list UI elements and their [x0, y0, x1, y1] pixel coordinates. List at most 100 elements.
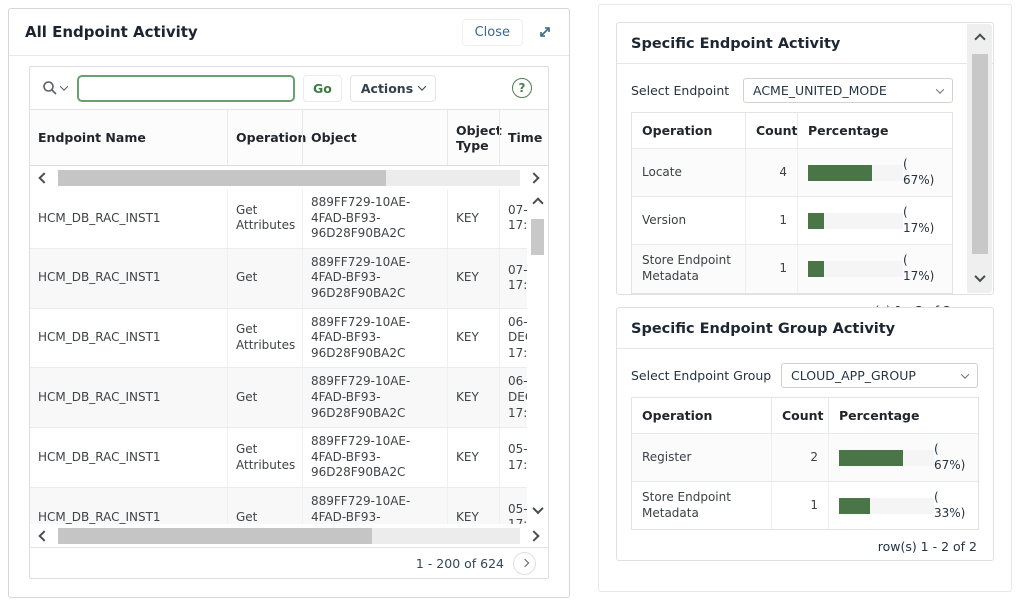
chevron-down-icon	[418, 82, 426, 90]
scrollbar-track[interactable]	[58, 528, 520, 544]
cell-operation: Store Endpoint Metadata	[632, 482, 771, 529]
table-row: Register 2 ( 67%)	[632, 433, 978, 481]
percentage-bar	[839, 498, 934, 514]
cell-percentage: ( 67%)	[828, 434, 978, 481]
cell-object: 889FF729-10AE-4FAD-BF93-96D28F90BA2C	[302, 428, 447, 487]
cell-endpoint: HCM_DB_RAC_INST1	[30, 249, 227, 308]
table-row: HCM_DB_RAC_INST1 Get 889FF729-10AE-4FAD-…	[30, 249, 548, 309]
endpoint-select[interactable]: ACME_UNITED_MODE	[743, 78, 953, 103]
cell-operation: Get Attributes	[227, 428, 302, 487]
table-row: HCM_DB_RAC_INST1 Get 889FF729-10AE-4FAD-…	[30, 368, 548, 428]
actions-button[interactable]: Actions	[350, 75, 436, 102]
scroll-up-icon[interactable]	[972, 31, 988, 47]
table-row: HCM_DB_RAC_INST1 Get Attributes 889FF729…	[30, 428, 548, 488]
chevron-down-icon	[60, 82, 68, 90]
cell-endpoint: HCM_DB_RAC_INST1	[30, 309, 227, 368]
table-row: Locate 4 ( 67%)	[632, 148, 952, 196]
cell-percentage: ( 67%)	[797, 149, 952, 196]
specific-endpoint-group-activity-panel: Specific Endpoint Group Activity Select …	[616, 307, 994, 561]
percentage-label: ( 67%)	[903, 157, 942, 188]
report-toolbar: Go Actions ?	[30, 67, 548, 110]
scroll-down-icon[interactable]	[972, 270, 988, 286]
column-header-count: Count	[745, 113, 797, 148]
chevron-down-icon	[961, 370, 969, 378]
next-page-button[interactable]	[513, 552, 536, 575]
scroll-left-icon[interactable]	[36, 528, 52, 544]
scroll-left-icon[interactable]	[36, 170, 52, 186]
table-header-row: Operation Count Percentage	[632, 398, 978, 433]
column-header-percentage: Percentage	[797, 113, 952, 148]
cell-object-type: KEY	[447, 368, 499, 427]
cell-object-type: KEY	[447, 249, 499, 308]
scrollbar-thumb[interactable]	[58, 170, 386, 186]
cell-count: 1	[745, 197, 797, 244]
scroll-down-icon[interactable]	[530, 502, 546, 518]
column-header-percentage: Percentage	[828, 398, 978, 433]
vertical-scrollbar[interactable]	[527, 189, 548, 524]
cell-object-type: KEY	[447, 488, 499, 524]
cell-operation: Get	[227, 488, 302, 524]
go-button[interactable]: Go	[303, 75, 342, 102]
cell-object-type: KEY	[447, 189, 499, 248]
percentage-bar	[808, 261, 903, 277]
cell-operation: Version	[632, 197, 745, 244]
row-count-label: row(s) 1 - 2 of 2	[631, 530, 979, 554]
column-header-object[interactable]: Object	[302, 110, 447, 165]
scrollbar-thumb[interactable]	[972, 54, 988, 254]
select-endpoint-group-label: Select Endpoint Group	[631, 368, 781, 383]
endpoint-group-select[interactable]: CLOUD_APP_GROUP	[781, 363, 978, 388]
column-header-operation[interactable]: Operation	[227, 110, 302, 165]
endpoint-activity-table: Operation Count Percentage Locate 4 ( 67…	[631, 112, 953, 294]
percentage-bar	[839, 450, 934, 466]
column-header-time[interactable]: Time	[499, 110, 548, 165]
column-header-object-type[interactable]: Object Type	[447, 110, 499, 165]
cell-object: 889FF729-10AE-4FAD-BF93-96D28F90BA2C	[302, 189, 447, 248]
search-input[interactable]	[77, 75, 295, 102]
cell-percentage: ( 17%)	[797, 197, 952, 244]
all-endpoint-activity-panel: All Endpoint Activity Close	[8, 8, 570, 598]
scroll-right-icon[interactable]	[526, 170, 542, 186]
expand-icon[interactable]	[537, 24, 553, 40]
table-body: HCM_DB_RAC_INST1 Get Attributes 889FF729…	[30, 189, 548, 524]
cell-percentage: ( 17%)	[797, 245, 952, 292]
column-header-count: Count	[771, 398, 828, 433]
pagination-label: 1 - 200 of 624	[416, 556, 504, 571]
cell-count: 1	[745, 245, 797, 292]
cell-object: 889FF729-10AE-4FAD-BF93-96D28F90BA2C	[302, 488, 447, 524]
panel-title: Specific Endpoint Activity	[617, 23, 993, 64]
panel-vertical-scrollbar[interactable]	[967, 24, 992, 293]
scrollbar-thumb[interactable]	[531, 219, 544, 255]
cell-endpoint: HCM_DB_RAC_INST1	[30, 488, 227, 524]
cell-operation: Get	[227, 368, 302, 427]
scrollbar-track[interactable]	[58, 170, 520, 186]
table-row: HCM_DB_RAC_INST1 Get 889FF729-10AE-4FAD-…	[30, 488, 548, 524]
search-column-menu-button[interactable]	[40, 78, 69, 98]
percentage-label: ( 17%)	[903, 253, 942, 284]
scrollbar-thumb[interactable]	[58, 528, 372, 544]
cell-object-type: KEY	[447, 309, 499, 368]
right-column: Specific Endpoint Activity Select Endpoi…	[598, 4, 1012, 592]
endpoint-group-activity-table: Operation Count Percentage Register 2 ( …	[631, 397, 979, 530]
cell-object-type: KEY	[447, 428, 499, 487]
column-header-operation: Operation	[632, 398, 771, 433]
chevron-down-icon	[936, 85, 944, 93]
cell-object: 889FF729-10AE-4FAD-BF93-96D28F90BA2C	[302, 249, 447, 308]
cell-count: 4	[745, 149, 797, 196]
cell-endpoint: HCM_DB_RAC_INST1	[30, 368, 227, 427]
column-header-operation: Operation	[632, 113, 745, 148]
panel-header: All Endpoint Activity Close	[9, 9, 569, 56]
table-row: Version 1 ( 17%)	[632, 196, 952, 244]
table-row: HCM_DB_RAC_INST1 Get Attributes 889FF729…	[30, 189, 548, 249]
page-title: All Endpoint Activity	[25, 23, 198, 41]
scroll-up-icon[interactable]	[530, 195, 546, 211]
column-header-endpoint-name[interactable]: Endpoint Name	[30, 110, 227, 165]
help-icon[interactable]: ?	[512, 78, 532, 98]
cell-operation: Locate	[632, 149, 745, 196]
horizontal-scrollbar-top	[30, 166, 548, 189]
close-button[interactable]: Close	[462, 19, 523, 46]
cell-object: 889FF729-10AE-4FAD-BF93-96D28F90BA2C	[302, 368, 447, 427]
percentage-bar	[808, 165, 903, 181]
scroll-right-icon[interactable]	[526, 528, 542, 544]
table-row: Store Endpoint Metadata 1 ( 33%)	[632, 481, 978, 529]
table-row: HCM_DB_RAC_INST1 Get Attributes 889FF729…	[30, 309, 548, 369]
